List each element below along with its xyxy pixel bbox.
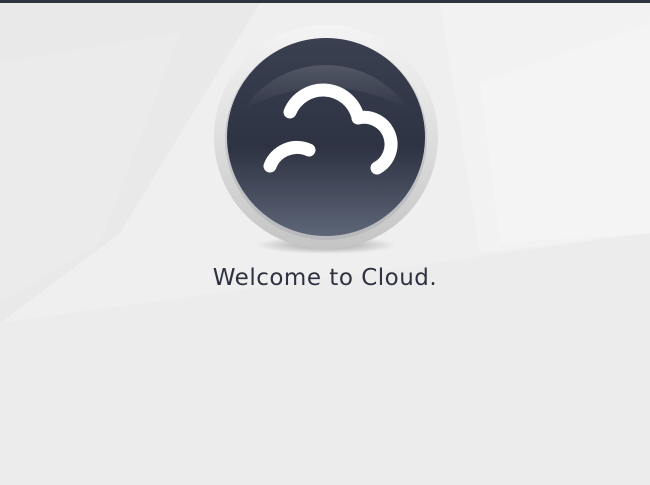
welcome-message: Welcome to Cloud. (212, 265, 438, 291)
welcome-screen: Welcome to Cloud. (0, 0, 650, 485)
cloud-logo (214, 25, 438, 254)
